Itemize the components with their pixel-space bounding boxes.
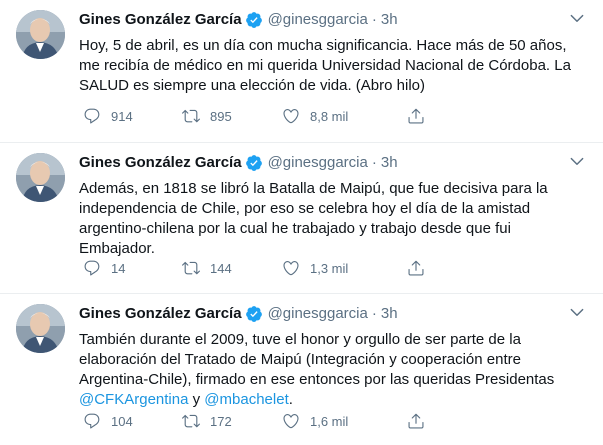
retweet-icon [182,107,200,125]
author-handle[interactable]: @ginesggarcia [268,10,368,30]
retweet-icon [182,259,200,277]
tweet-text: Además, en 1818 se libró la Batalla de M… [79,180,548,257]
retweet-button[interactable]: 895 [182,106,232,126]
retweet-button[interactable]: 172 [182,411,232,431]
author-handle[interactable]: @ginesggarcia [268,304,368,324]
author-handle[interactable]: @ginesggarcia [268,153,368,173]
retweet-button[interactable]: 144 [182,258,232,278]
like-count: 8,8 mil [310,108,349,124]
tweet-timestamp[interactable]: 3h [381,304,398,324]
like-button[interactable]: 1,3 mil [282,258,348,278]
tweet-actions: 914 895 8,8 mil [79,106,539,126]
separator-dot: · [371,305,377,322]
like-heart-icon [282,412,300,430]
tweet-text-and: y [188,391,205,408]
more-options-icon[interactable] [567,8,587,28]
like-heart-icon [282,259,300,277]
separator-dot: · [371,154,377,171]
like-heart-icon [282,107,300,125]
reply-count: 104 [111,413,133,429]
avatar[interactable] [16,10,65,59]
avatar[interactable] [16,153,65,202]
tweet-text-end: . [288,391,293,408]
tweet-text: También durante el 2009, tuve el honor y… [79,330,589,410]
tweet-actions: 14 144 1,3 mil [79,258,539,278]
verified-badge-icon [245,11,263,29]
share-icon [407,412,425,430]
tweet-text: Hoy, 5 de abril, es un día con mucha sig… [79,37,571,94]
mention-link[interactable]: @mbachelet [204,391,288,408]
reply-icon [83,107,101,125]
like-count: 1,3 mil [310,260,349,276]
tweet[interactable]: Gines González García @ginesggarcia · 3h… [0,143,603,294]
share-icon [407,259,425,277]
verified-badge-icon [245,154,263,172]
author-name[interactable]: Gines González García [79,153,242,173]
reply-icon [83,259,101,277]
retweet-count: 144 [210,260,232,276]
retweet-count: 172 [210,413,232,429]
share-icon [407,107,425,125]
verified-badge-icon [245,305,263,323]
reply-button[interactable]: 14 [83,258,125,278]
reply-button[interactable]: 914 [83,106,133,126]
reply-button[interactable]: 104 [83,411,133,431]
tweet[interactable]: Gines González García @ginesggarcia · 3h… [0,294,603,445]
separator-dot: · [371,11,377,28]
share-button[interactable] [407,258,435,278]
share-button[interactable] [407,106,435,126]
author-name[interactable]: Gines González García [79,304,242,324]
more-options-icon[interactable] [567,302,587,322]
like-button[interactable]: 8,8 mil [282,106,348,126]
author-name[interactable]: Gines González García [79,10,242,30]
share-button[interactable] [407,411,435,431]
tweet-text-main: También durante el 2009, tuve el honor y… [79,331,555,388]
reply-count: 914 [111,108,133,124]
tweet-actions: 104 172 1,6 mil [79,411,539,431]
like-count: 1,6 mil [310,413,349,429]
avatar[interactable] [16,304,65,353]
tweet[interactable]: Gines González García @ginesggarcia · 3h… [0,0,603,143]
reply-icon [83,412,101,430]
retweet-icon [182,412,200,430]
more-options-icon[interactable] [567,151,587,171]
retweet-count: 895 [210,108,232,124]
tweet-timestamp[interactable]: 3h [381,153,398,173]
tweet-timestamp[interactable]: 3h [381,10,398,30]
like-button[interactable]: 1,6 mil [282,411,348,431]
mention-link[interactable]: @CFKArgentina [79,391,188,408]
reply-count: 14 [111,260,126,276]
